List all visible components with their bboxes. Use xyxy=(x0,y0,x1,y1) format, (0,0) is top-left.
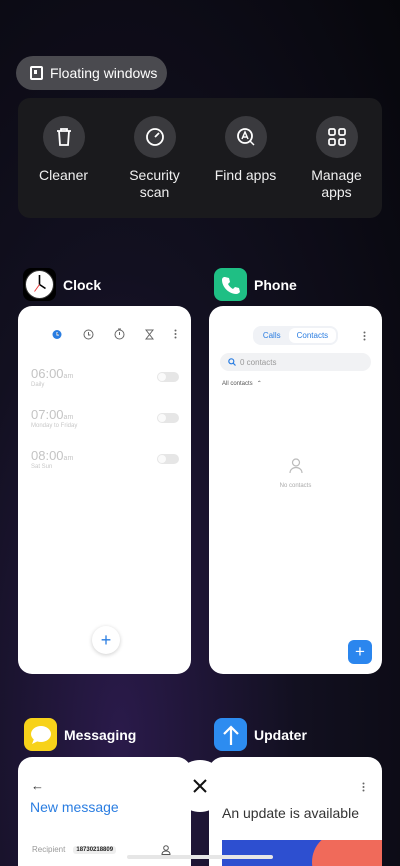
security-icon xyxy=(133,116,176,158)
add-contact-icon[interactable] xyxy=(161,845,171,855)
alarm-time: 08:00 xyxy=(31,448,64,463)
stopwatch-icon[interactable] xyxy=(114,328,125,340)
alarm-toggle[interactable] xyxy=(157,372,179,382)
close-icon xyxy=(193,779,207,793)
cleaner-label: Cleaner xyxy=(38,167,89,183)
security-scan-button[interactable]: Security scan xyxy=(115,116,195,218)
messaging-icon xyxy=(24,718,57,751)
person-icon xyxy=(288,458,303,474)
updater-app-header[interactable]: Updater xyxy=(214,718,307,751)
updater-icon xyxy=(214,718,247,751)
alarm-time: 06:00 xyxy=(31,366,64,381)
security-scan-label: Security scan xyxy=(129,167,180,200)
recipient-label: Recipient xyxy=(32,845,66,854)
add-contact-button[interactable]: + xyxy=(348,640,372,664)
clock-app-header[interactable]: Clock xyxy=(23,268,101,301)
more-options-icon[interactable] xyxy=(362,782,365,792)
phone-app-card[interactable]: Calls Contacts 0 contacts All contacts ⌃… xyxy=(209,306,382,674)
more-options-icon[interactable] xyxy=(363,331,366,341)
alarm-repeat: Monday to Friday xyxy=(31,423,78,429)
phone-tabs: Calls Contacts xyxy=(209,326,382,345)
find-apps-label: Find apps xyxy=(214,167,277,183)
contacts-filter[interactable]: All contacts ⌃ xyxy=(222,380,382,388)
close-all-button[interactable] xyxy=(174,760,226,812)
updater-app-card[interactable]: An update is available xyxy=(209,757,382,866)
trash-icon xyxy=(42,116,85,158)
quick-actions-panel: Cleaner Security scan Find apps Manage a… xyxy=(18,98,382,218)
timer-icon[interactable] xyxy=(145,329,154,340)
empty-state-text: No contacts xyxy=(279,483,312,489)
messaging-app-card[interactable]: ← New message Recipient 18730218809 xyxy=(18,757,191,866)
new-message-title: New message xyxy=(30,799,119,815)
alarm-ampm: am xyxy=(63,455,74,462)
alarm-ampm: am xyxy=(63,414,74,421)
clock-icon xyxy=(23,268,56,301)
updater-app-name: Updater xyxy=(254,726,307,743)
manage-apps-button[interactable]: Manage apps xyxy=(297,116,377,218)
alarm-ampm: am xyxy=(63,373,74,380)
messaging-app-name: Messaging xyxy=(64,726,137,743)
alarm-repeat: Daily xyxy=(31,382,45,388)
messaging-app-header[interactable]: Messaging xyxy=(24,718,136,751)
chevron-updown-icon: ⌃ xyxy=(256,381,262,387)
alarm-item[interactable]: 06:00am Daily xyxy=(18,366,191,388)
floating-windows-button[interactable]: Floating windows xyxy=(16,56,167,90)
alarm-item[interactable]: 07:00am Monday to Friday xyxy=(18,407,191,429)
find-apps-icon xyxy=(224,116,267,158)
back-arrow-icon[interactable]: ← xyxy=(31,778,191,793)
manage-apps-label: Manage apps xyxy=(311,167,362,200)
search-icon xyxy=(228,358,236,366)
clock-app-name: Clock xyxy=(63,276,102,293)
contacts-search-placeholder: 0 contacts xyxy=(240,357,277,367)
phone-app-name: Phone xyxy=(254,276,297,293)
alarm-toggle[interactable] xyxy=(157,454,179,464)
floating-window-icon xyxy=(30,66,43,80)
home-indicator[interactable] xyxy=(127,855,273,859)
tab-calls[interactable]: Calls xyxy=(255,328,289,343)
grid-icon xyxy=(315,116,358,158)
update-banner-image xyxy=(222,840,382,866)
cleaner-button[interactable]: Cleaner xyxy=(24,116,104,218)
phone-icon xyxy=(214,268,247,301)
alarm-item[interactable]: 08:00am Sat Sun xyxy=(18,448,191,470)
clock-app-card[interactable]: 06:00am Daily 07:00am Monday to Friday 0… xyxy=(18,306,191,674)
world-clock-icon[interactable] xyxy=(83,329,94,340)
add-alarm-button[interactable]: + xyxy=(92,626,120,654)
contacts-search-input[interactable]: 0 contacts xyxy=(220,353,371,371)
alarm-time: 07:00 xyxy=(31,407,64,422)
tab-contacts[interactable]: Contacts xyxy=(288,328,337,343)
recipient-chip[interactable]: 18730218809 xyxy=(73,845,117,854)
find-apps-button[interactable]: Find apps xyxy=(206,116,286,218)
recipient-field[interactable]: Recipient 18730218809 xyxy=(32,845,117,854)
more-options-icon[interactable] xyxy=(174,329,177,339)
alarm-repeat: Sat Sun xyxy=(31,464,53,470)
floating-windows-label: Floating windows xyxy=(50,65,158,81)
alarm-toggle[interactable] xyxy=(157,413,179,423)
alarm-icon[interactable] xyxy=(51,328,63,340)
empty-state: No contacts xyxy=(209,458,382,489)
update-available-title: An update is available xyxy=(222,805,359,821)
phone-app-header[interactable]: Phone xyxy=(214,268,297,301)
clock-toolbar xyxy=(18,306,191,340)
contacts-filter-label: All contacts xyxy=(222,380,253,387)
